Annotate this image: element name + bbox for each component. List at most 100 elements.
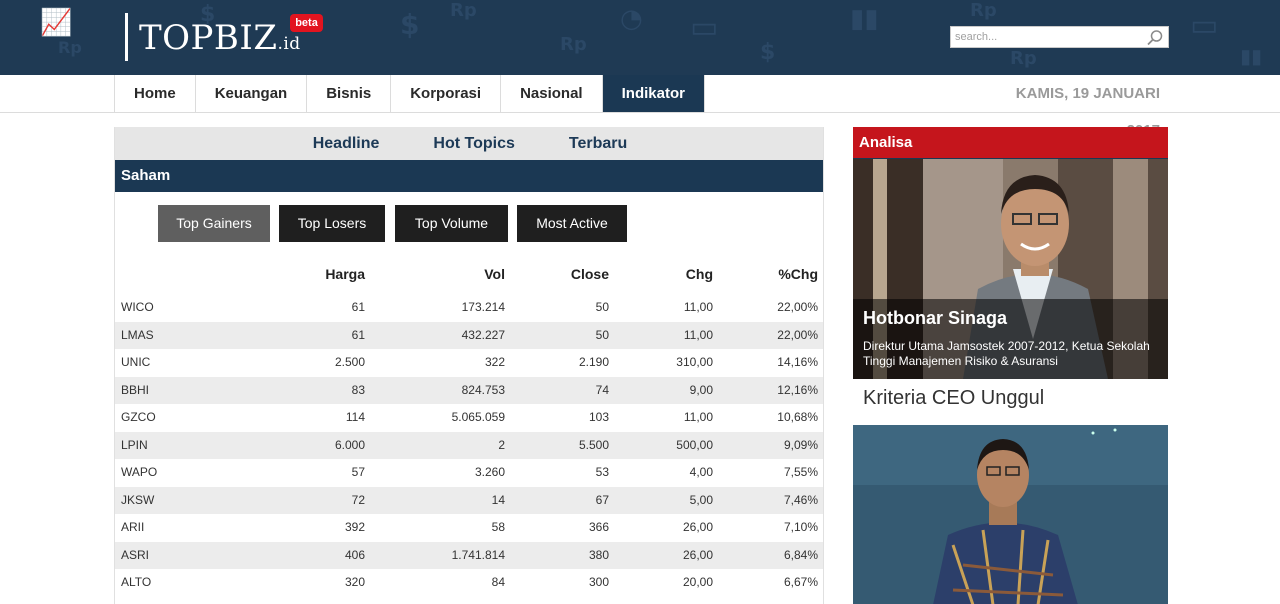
cell-code[interactable]: BBHI (121, 377, 149, 404)
decorative-pie-icon: ◔ (620, 4, 643, 34)
column-header-vol: Vol (484, 266, 505, 282)
cell-code[interactable]: ARII (121, 514, 144, 541)
cell-harga: 114 (345, 410, 365, 424)
table-row: BBHI 83 824.753 74 9,00 12,16% (115, 376, 823, 404)
search-box (950, 26, 1169, 48)
table-row: ALTO 320 84 300 20,00 6,67% (115, 569, 823, 596)
cell-vol: 3.260 (474, 465, 505, 479)
decorative-dollar-icon: $ (400, 8, 420, 41)
tab-headline[interactable]: Headline (313, 127, 380, 160)
sidebar-title: Analisa (853, 127, 1168, 159)
sub-tabs: Headline Hot Topics Terbaru (115, 127, 823, 160)
nav-item-indikator[interactable]: Indikator (602, 75, 705, 112)
column-header-chg: Chg (685, 266, 713, 282)
cell-vol: 5.065.059 (451, 410, 505, 424)
cell-code[interactable]: WICO (121, 294, 154, 321)
cell-pct-chg: 22,00% (777, 300, 818, 314)
cell-harga: 406 (344, 547, 365, 562)
table-row: WAPO 57 3.260 53 4,00 7,55% (115, 459, 823, 486)
person-portrait-image (853, 425, 1168, 604)
nav-item-korporasi[interactable]: Korporasi (391, 75, 502, 112)
tab-terbaru[interactable]: Terbaru (569, 127, 627, 160)
decorative-rupiah-icon: Rp (58, 38, 82, 57)
cell-pct-chg: 12,16% (777, 382, 818, 397)
cell-close: 103 (588, 410, 609, 424)
cell-vol: 173.214 (461, 300, 505, 314)
sidebar: Analisa Hotbonar Sinaga Direktur Utama J… (853, 127, 1168, 604)
cell-vol: 432.227 (461, 327, 505, 342)
search-icon[interactable] (1146, 29, 1164, 46)
table-row: LMAS 61 432.227 50 11,00 22,00% (115, 321, 823, 349)
most-active-button[interactable]: Most Active (517, 205, 627, 242)
site-header: 📈 Rp $ $ Rp Rp ◔ ▭ $ ▮▮ Rp Rp ▭ ▮▮ TOPBI… (0, 0, 1280, 75)
cell-code[interactable]: LPIN (121, 432, 148, 459)
cell-chg: 11,00 (683, 410, 713, 424)
top-volume-button[interactable]: Top Volume (395, 205, 508, 242)
cell-harga: 320 (344, 575, 365, 589)
cell-vol: 58 (491, 520, 505, 534)
nav-item-home[interactable]: Home (115, 75, 196, 112)
cell-chg: 9,00 (689, 382, 713, 397)
decorative-rupiah-icon: Rp (560, 34, 587, 55)
cell-code[interactable]: WAPO (121, 459, 157, 486)
nav-item-keuangan[interactable]: Keuangan (196, 75, 308, 112)
cell-pct-chg: 7,55% (783, 465, 818, 479)
second-featured-photo[interactable] (853, 425, 1168, 604)
logo-suffix: .id (277, 34, 301, 54)
decorative-bars-icon: ▮▮ (1240, 44, 1263, 68)
cell-harga: 6.000 (334, 437, 365, 452)
cell-close: 50 (595, 300, 609, 314)
cell-close: 2.190 (578, 355, 609, 369)
nav-item-nasional[interactable]: Nasional (501, 75, 603, 112)
tab-hot-topics[interactable]: Hot Topics (433, 127, 514, 160)
cell-chg: 26,00 (682, 520, 713, 534)
table-row: ARII 392 58 366 26,00 7,10% (115, 514, 823, 541)
logo-divider (125, 13, 128, 61)
cell-close: 74 (595, 382, 609, 397)
cell-chg: 500,00 (676, 437, 713, 452)
decorative-banknote-icon: ▭ (690, 10, 719, 45)
cell-harga: 2.500 (334, 355, 365, 369)
cell-pct-chg: 6,67% (783, 575, 818, 589)
cell-code[interactable]: JKSW (121, 487, 154, 514)
decorative-rupiah-icon: Rp (1010, 48, 1037, 69)
table-row: GZCO 114 5.065.059 103 11,00 10,68% (115, 404, 823, 431)
cell-close: 366 (588, 520, 609, 534)
logo-text: TOPBIZ (139, 18, 278, 58)
cell-harga: 61 (351, 300, 365, 314)
nav-item-bisnis[interactable]: Bisnis (307, 75, 392, 112)
cell-pct-chg: 14,16% (777, 355, 818, 369)
analyst-name[interactable]: Hotbonar Sinaga (863, 308, 1007, 329)
cell-chg: 4,00 (689, 465, 713, 479)
cell-code[interactable]: LMAS (121, 322, 154, 349)
cell-close: 50 (595, 327, 609, 342)
site-logo[interactable]: TOPBIZ.id (139, 18, 301, 64)
table-row: LPIN 6.000 2 5.500 500,00 9,09% (115, 431, 823, 459)
table-row: UNIC 2.500 322 2.190 310,00 14,16% (115, 349, 823, 376)
search-input[interactable] (955, 29, 1140, 45)
table-row: WICO 61 173.214 50 11,00 22,00% (115, 294, 823, 321)
cell-harga: 72 (351, 492, 365, 507)
cell-harga: 392 (344, 520, 365, 534)
top-gainers-button[interactable]: Top Gainers (158, 205, 270, 242)
cell-chg: 26,00 (682, 547, 713, 562)
cell-code[interactable]: GZCO (121, 404, 156, 431)
top-losers-button[interactable]: Top Losers (279, 205, 385, 242)
decorative-chart-icon: 📈 (40, 8, 73, 38)
decorative-rupiah-icon: Rp (970, 0, 997, 21)
cell-harga: 57 (351, 465, 365, 479)
decorative-rupiah-icon: Rp (450, 0, 477, 21)
cell-code[interactable]: ALTO (121, 569, 151, 596)
cell-chg: 11,00 (683, 300, 713, 314)
decorative-dollar-icon: $ (760, 40, 776, 65)
article-title-link[interactable]: Kriteria CEO Unggul (863, 387, 1044, 410)
cell-code[interactable]: ASRI (121, 542, 149, 569)
analyst-description: Direktur Utama Jamsostek 2007-2012, Ketu… (863, 339, 1150, 368)
cell-code[interactable]: UNIC (121, 349, 150, 376)
cell-harga: 83 (351, 382, 365, 397)
cell-close: 67 (595, 492, 609, 507)
cell-close: 300 (588, 575, 609, 589)
cell-pct-chg: 10,68% (777, 410, 818, 424)
nav-menu: Home Keuangan Bisnis Korporasi Nasional … (114, 75, 705, 112)
cell-chg: 20,00 (682, 575, 713, 589)
